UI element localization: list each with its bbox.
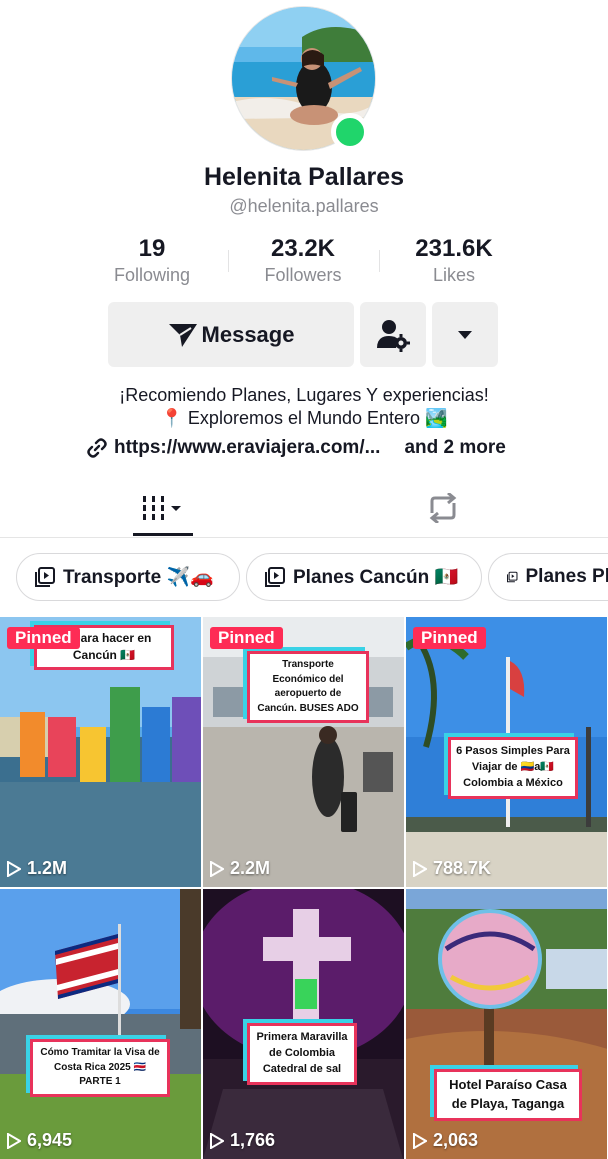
view-count-value: 1,766 [230,1130,276,1150]
bio-more-links[interactable]: and 2 more [404,437,505,459]
playlist-icon [35,567,55,587]
play-icon [210,1132,224,1149]
view-count: 6,945 [7,1130,72,1151]
profile-tabs [0,478,608,538]
video-caption: Primera Maravilla de Colombia Catedral d… [247,1023,357,1085]
pinned-badge: Pinned [413,627,486,649]
stat-value: 231.6K [415,235,493,262]
grid-icon [143,496,181,520]
play-icon [7,1132,21,1149]
playlist-label: Transporte ✈️🚗 [63,567,214,588]
playlist-chip-transporte[interactable]: Transporte ✈️🚗 [16,553,240,601]
stat-following[interactable]: 19 Following [77,234,227,286]
link-icon [87,438,107,458]
video-tile[interactable]: 6 Pasos Simples Para Viajar de 🇨🇴a🇲🇽 Col… [406,617,607,887]
tab-reposts[interactable] [420,488,466,528]
playlist-icon [507,571,518,583]
profile-handle: @helenita.pallares [229,196,379,216]
caret-down-icon [458,330,472,339]
video-tile[interactable]: Primera Maravilla de Colombia Catedral d… [203,889,404,1159]
playlist-icon [265,567,285,587]
play-icon [7,860,21,877]
send-icon [168,323,197,347]
stat-likes[interactable]: 231.6K Likes [379,234,529,286]
video-grid: es para hacer en Cancún 🇲🇽 Pinned 1.2M T… [0,617,608,1159]
bio-line-1: ¡Recomiendo Planes, Lugares Y experienci… [119,385,489,405]
view-count-value: 2,063 [433,1130,479,1150]
video-tile[interactable]: Cómo Tramitar la Visa de Costa Rica 2025… [0,889,201,1159]
video-caption: Hotel Paraíso Casa de Playa, Taganga [434,1069,582,1121]
view-count: 2.2M [210,858,270,879]
profile-name: Helenita Pallares [203,163,405,191]
stat-value: 19 [138,235,166,262]
view-count: 1,766 [210,1130,275,1151]
stat-label: Likes [432,265,476,285]
view-count-value: 2.2M [230,858,271,878]
stat-value: 23.2K [270,235,336,262]
stat-label: Following [113,265,191,285]
play-icon [413,860,427,877]
view-count-value: 6,945 [27,1130,73,1150]
video-tile[interactable]: es para hacer en Cancún 🇲🇽 Pinned 1.2M [0,617,201,887]
bio-link[interactable]: https://www.eraviajera.com/... [114,437,380,459]
view-count: 1.2M [7,858,67,879]
playlist-chip-planes-cancun[interactable]: Planes Cancún 🇲🇽 [246,553,482,601]
bio-link-row: https://www.eraviajera.com/... and 2 mor… [86,437,506,459]
active-tab-indicator [133,533,193,536]
view-count: 788.7K [413,858,491,879]
view-count-value: 1.2M [27,858,68,878]
play-icon [210,860,224,877]
pinned-badge: Pinned [7,627,80,649]
play-icon [413,1132,427,1149]
message-button[interactable]: Message [108,302,354,367]
pinned-badge: Pinned [210,627,283,649]
tab-videos-grid[interactable] [131,478,193,538]
video-tile[interactable]: Transporte Económico del aeropuerto de C… [203,617,404,887]
bio-line-2: 📍 Exploremos el Mundo Entero 🏞️ [160,408,448,428]
video-caption: Transporte Económico del aeropuerto de C… [247,651,369,723]
view-count: 2,063 [413,1130,478,1151]
more-options-button[interactable] [432,302,498,367]
playlist-label: Planes Pl [525,566,608,587]
stat-label: Followers [264,265,342,285]
video-caption: Cómo Tramitar la Visa de Costa Rica 2025… [30,1039,170,1097]
repost-icon [429,493,457,523]
stat-followers[interactable]: 23.2K Followers [228,234,378,286]
video-tile[interactable]: Hotel Paraíso Casa de Playa, Taganga 2,0… [406,889,607,1159]
message-label: Message [201,321,295,347]
playlist-chip-planes-more[interactable]: Planes Pl [488,553,608,601]
follow-options-button[interactable] [360,302,426,367]
view-count-value: 788.7K [433,858,492,878]
video-caption: 6 Pasos Simples Para Viajar de 🇨🇴a🇲🇽 Col… [448,737,578,799]
online-status-dot [331,113,369,151]
video-thumbnail [0,889,201,1159]
playlist-label: Planes Cancún 🇲🇽 [293,567,459,588]
person-gear-icon [377,319,410,352]
